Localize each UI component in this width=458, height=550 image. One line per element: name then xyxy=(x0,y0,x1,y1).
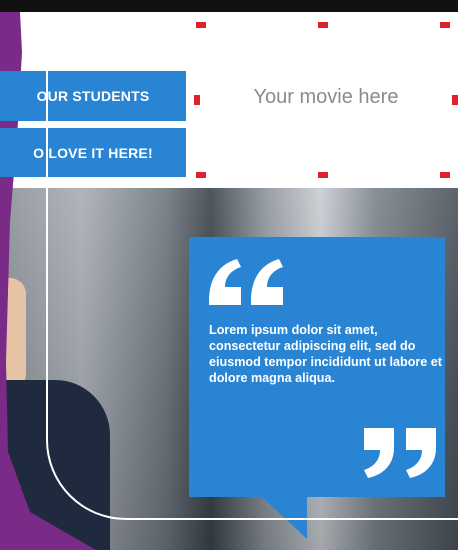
frame-marker xyxy=(196,172,206,178)
frame-marker xyxy=(196,22,206,28)
love-it-here-button[interactable]: O LOVE IT HERE! xyxy=(0,128,186,177)
movie-placeholder-text: Your movie here xyxy=(253,86,399,108)
testimonial-text: Lorem ipsum dolor sit amet, consectetur … xyxy=(209,323,442,385)
frame-marker xyxy=(318,22,328,28)
love-it-here-label: O LOVE IT HERE! xyxy=(33,144,153,161)
decorative-line xyxy=(46,12,48,432)
frame-marker xyxy=(440,22,450,28)
frame-marker xyxy=(194,95,200,105)
frame-marker xyxy=(318,172,328,178)
frame-marker xyxy=(452,95,458,105)
frame-marker xyxy=(440,172,450,178)
quote-open-icon xyxy=(209,259,283,305)
decorative-curve xyxy=(46,430,458,520)
our-students-label: OUR STUDENTS xyxy=(36,88,150,104)
our-students-button[interactable]: OUR STUDENTS xyxy=(0,71,186,121)
top-bar xyxy=(0,0,458,12)
